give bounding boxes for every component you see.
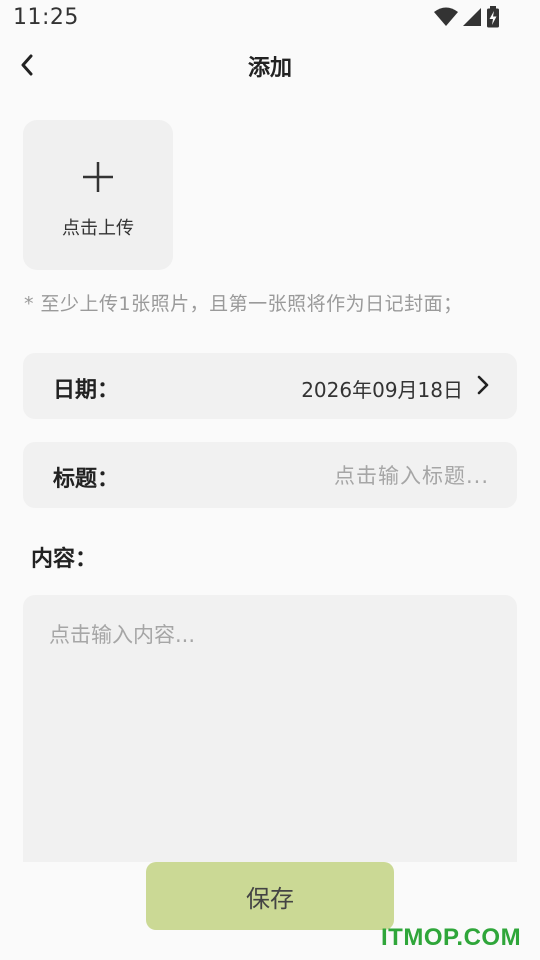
upload-label: 点击上传 <box>62 218 134 239</box>
status-icons <box>434 6 500 28</box>
battery-charging-icon <box>487 6 499 28</box>
upload-hint: * 至少上传1张照片，且第一张照将作为日记封面； <box>24 293 463 315</box>
status-time: 11:25 <box>13 5 79 30</box>
watermark: ITMOP.COM <box>381 924 522 951</box>
nav-bar: 添加 <box>0 40 540 92</box>
date-value: 2026年09月18日 <box>301 378 463 402</box>
chevron-right-icon <box>477 375 489 395</box>
plus-icon <box>83 162 113 192</box>
title-row: 标题： <box>23 442 517 508</box>
date-row[interactable]: 日期： 2026年09月18日 <box>23 353 517 419</box>
upload-photo-button[interactable]: 点击上传 <box>23 120 173 270</box>
save-button[interactable]: 保存 <box>146 862 394 930</box>
title-input[interactable] <box>187 456 491 496</box>
title-label: 标题： <box>53 467 120 492</box>
status-bar: 11:25 <box>0 0 540 36</box>
signal-icon <box>463 8 481 26</box>
date-label: 日期： <box>53 378 120 403</box>
wifi-icon <box>434 7 458 26</box>
page-title: 添加 <box>247 56 292 81</box>
content-label: 内容： <box>31 547 98 572</box>
content-input[interactable] <box>47 617 491 861</box>
